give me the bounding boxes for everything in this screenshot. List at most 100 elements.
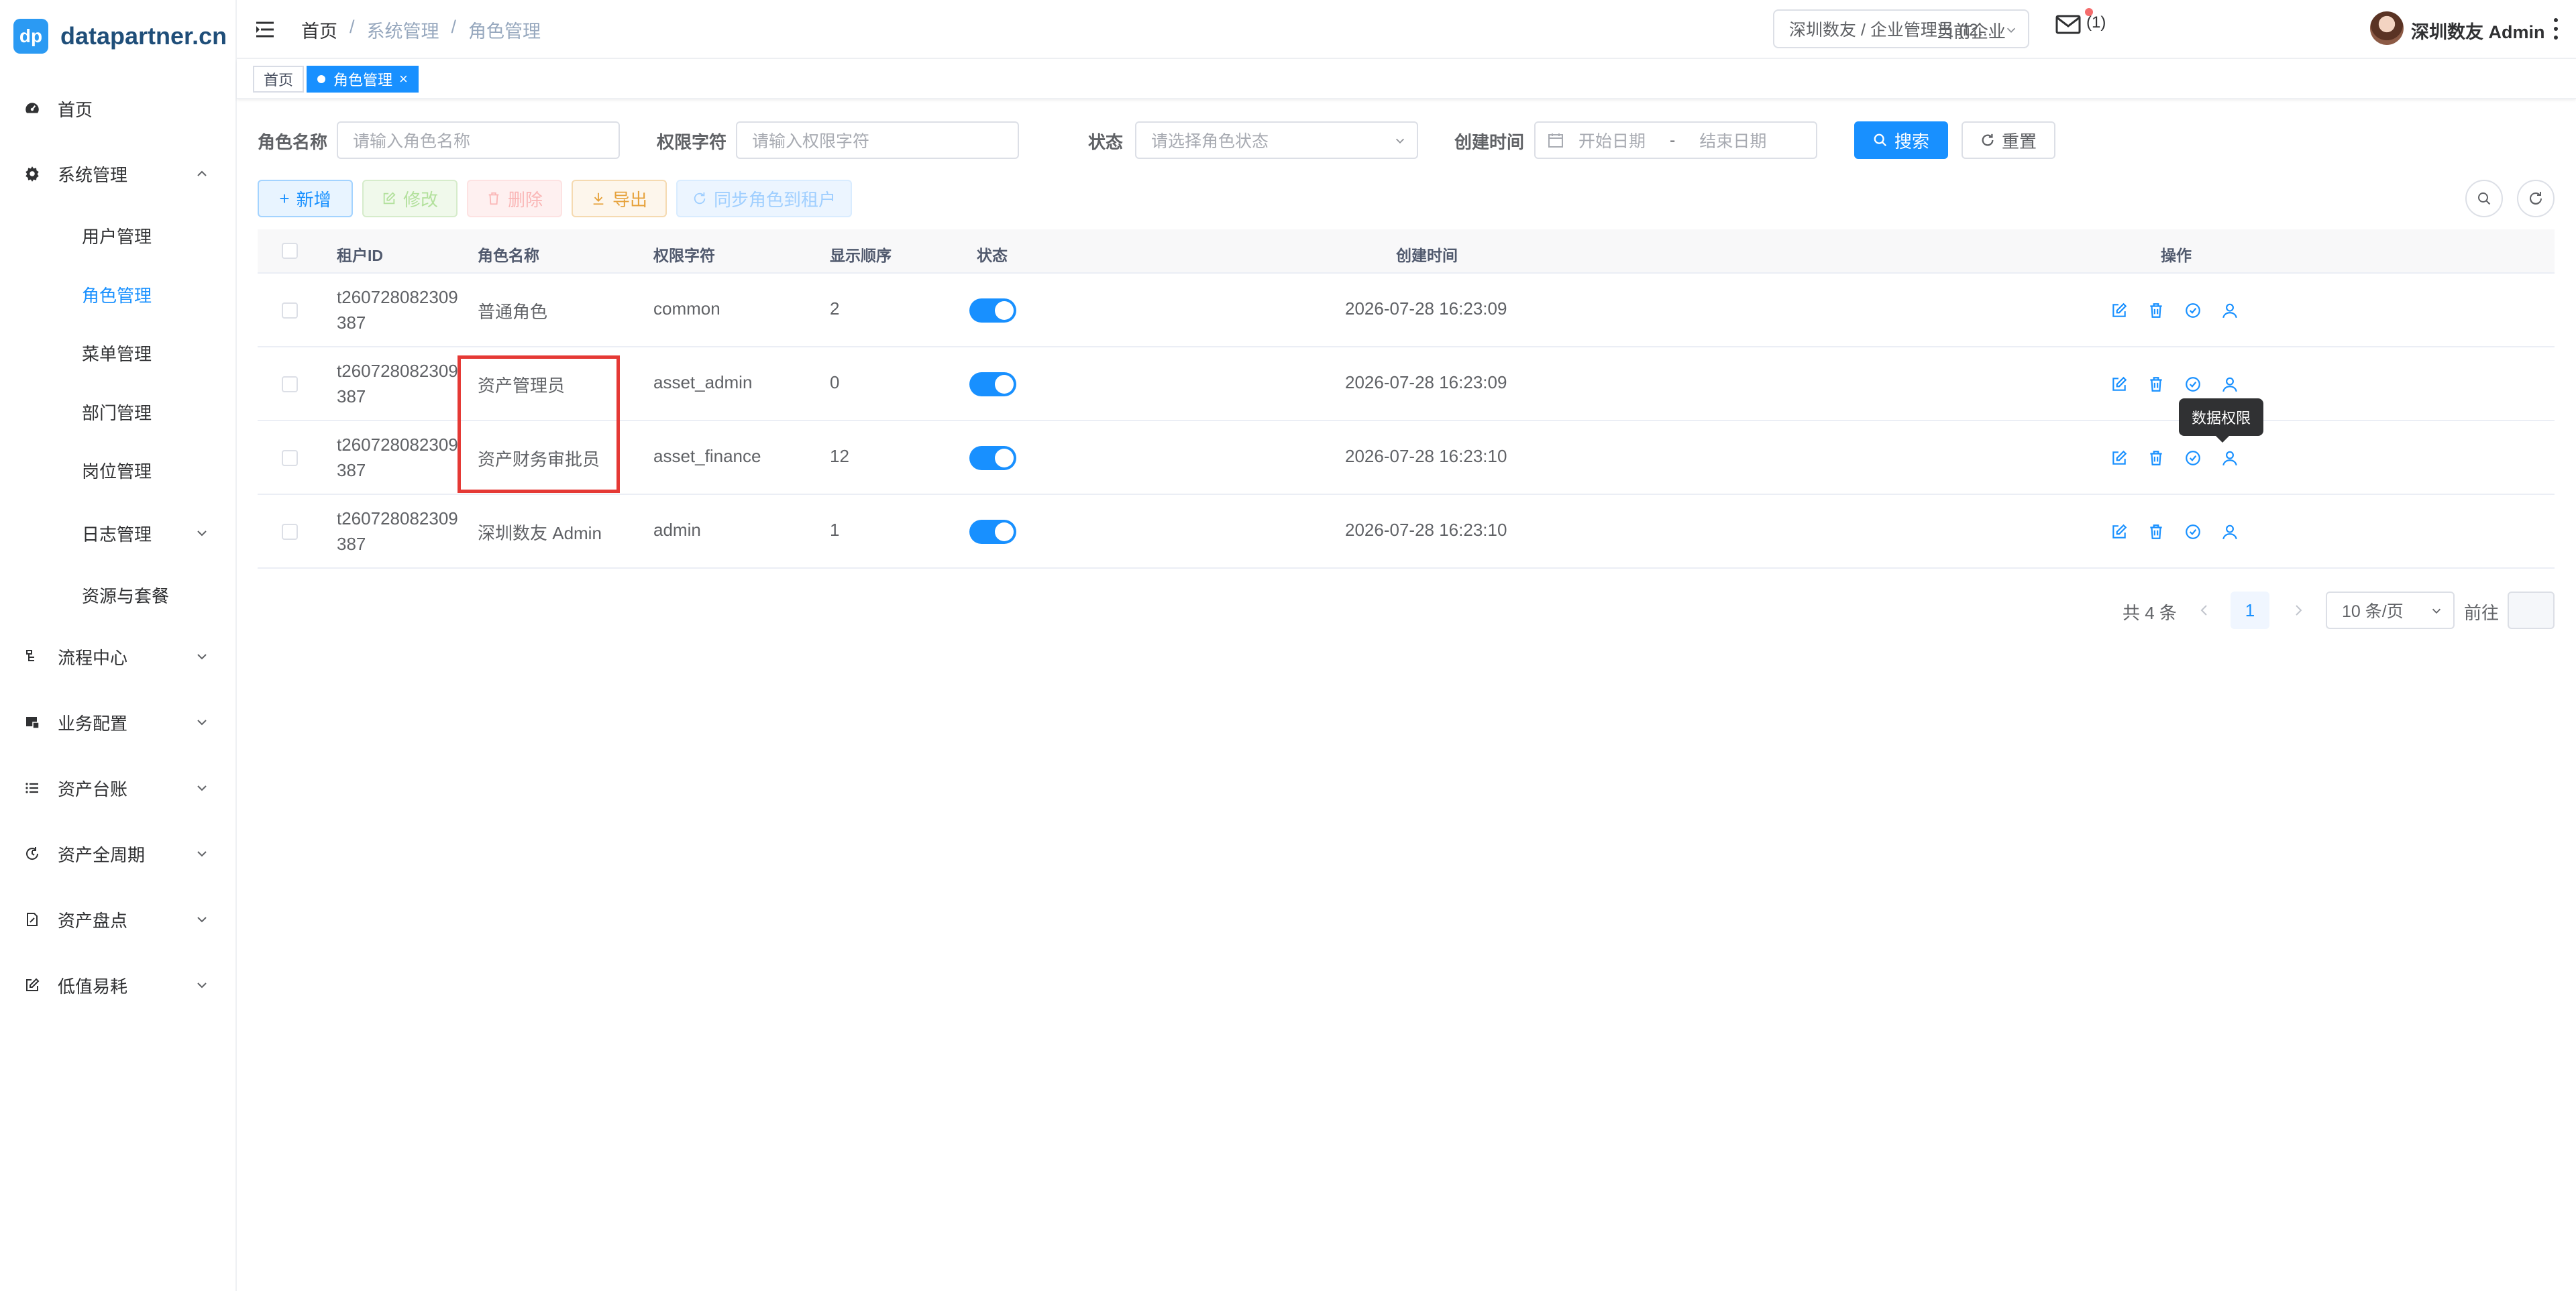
- created-time-label: 创建时间: [1454, 132, 1525, 152]
- user-icon[interactable]: [2221, 302, 2239, 319]
- sidebar-subitem-menus[interactable]: 菜单管理: [0, 333, 235, 373]
- avatar[interactable]: [2370, 11, 2404, 45]
- trash-icon[interactable]: [2147, 302, 2165, 319]
- sidebar-subitem-resources[interactable]: 资源与套餐: [0, 575, 235, 615]
- edit-icon[interactable]: [2110, 376, 2128, 393]
- chevron-left-icon[interactable]: [2198, 601, 2211, 620]
- user-icon[interactable]: [2221, 376, 2239, 393]
- breadcrumb-current: 角色管理: [468, 21, 541, 42]
- page-size-select[interactable]: 10 条/页: [2326, 592, 2455, 629]
- trash-icon[interactable]: [2147, 449, 2165, 467]
- cell-created: 2026-07-28 16:23:10: [1345, 520, 1507, 540]
- close-icon[interactable]: ×: [399, 70, 408, 88]
- edit-icon[interactable]: [2110, 523, 2128, 541]
- pagination-goto-input[interactable]: [2508, 592, 2555, 629]
- col-tenant-id: 租户ID: [337, 247, 383, 264]
- row-checkbox[interactable]: [282, 450, 298, 466]
- status-select[interactable]: 请选择角色状态: [1135, 121, 1418, 159]
- refresh-icon: [2530, 192, 2542, 205]
- chevron-right-icon[interactable]: [2292, 601, 2305, 620]
- add-button[interactable]: + 新增: [258, 180, 353, 217]
- status-switch[interactable]: [969, 372, 1016, 396]
- status-switch[interactable]: [969, 298, 1016, 323]
- hamburger-icon[interactable]: [254, 19, 276, 40]
- pagination-page[interactable]: 1: [2231, 592, 2269, 629]
- user-name[interactable]: 深圳数友 Admin: [2411, 17, 2545, 44]
- sidebar-item-asset-ledger[interactable]: 资产台账: [0, 768, 235, 808]
- user-icon[interactable]: [2221, 523, 2239, 541]
- sidebar-subitem-departments[interactable]: 部门管理: [0, 392, 235, 432]
- circle-check-icon[interactable]: [2184, 523, 2202, 541]
- status-switch[interactable]: [969, 446, 1016, 470]
- row-checkbox[interactable]: [282, 524, 298, 540]
- select-all-checkbox[interactable]: [282, 243, 298, 259]
- status-switch[interactable]: [969, 520, 1016, 544]
- edit-icon[interactable]: [2110, 449, 2128, 467]
- circle-check-icon[interactable]: [2184, 302, 2202, 319]
- row-checkbox[interactable]: [282, 376, 298, 392]
- tag-home[interactable]: 首页: [253, 66, 305, 93]
- col-created: 创建时间: [1396, 247, 1458, 264]
- more-vertical-icon[interactable]: [2553, 17, 2559, 40]
- user-icon[interactable]: [2221, 449, 2239, 467]
- sync-roles-button-label: 同步角色到租户: [713, 189, 836, 210]
- sidebar-item-home[interactable]: 首页: [0, 89, 235, 129]
- breadcrumb-system: 系统管理: [366, 21, 439, 42]
- edit-button[interactable]: 修改: [362, 180, 458, 217]
- sidebar-subitem-roles[interactable]: 角色管理: [0, 274, 235, 315]
- table-row: t260728082309387 深圳数友 Admin admin 1 2026…: [258, 495, 2555, 569]
- role-name-input[interactable]: 请输入角色名称: [337, 121, 620, 159]
- reset-button-label: 重置: [2001, 131, 2037, 152]
- company-select-value: 深圳数友 / 企业管理员 (t2...: [1789, 21, 1992, 40]
- breadcrumb-home[interactable]: 首页: [301, 17, 337, 43]
- sidebar-subitem-posts[interactable]: 岗位管理: [0, 450, 235, 490]
- sidebar-item-label: 资产台账: [58, 779, 128, 799]
- mail-icon[interactable]: [2055, 15, 2082, 35]
- sidebar-item-business-config[interactable]: 业务配置: [0, 702, 235, 742]
- tag-label: 角色管理: [333, 72, 393, 89]
- active-dot: [317, 75, 325, 83]
- sidebar-subitem-label: 日志管理: [82, 524, 152, 545]
- sidebar-subitem-logs[interactable]: 日志管理: [0, 513, 235, 553]
- perm-input[interactable]: 请输入权限字符: [736, 121, 1019, 159]
- start-date-placeholder[interactable]: 开始日期: [1578, 128, 1646, 152]
- sync-roles-button[interactable]: 同步角色到租户: [676, 180, 852, 217]
- sidebar-item-label: 业务配置: [58, 713, 128, 734]
- sidebar-subitem-users[interactable]: 用户管理: [0, 215, 235, 256]
- cell-order: 2: [830, 298, 840, 319]
- sidebar-item-low-value[interactable]: 低值易耗: [0, 965, 235, 1005]
- company-select[interactable]: 深圳数友 / 企业管理员 (t2...: [1773, 9, 2029, 48]
- search-button[interactable]: 搜索: [1854, 121, 1948, 159]
- refresh-button[interactable]: [2517, 180, 2555, 217]
- trash-icon[interactable]: [2147, 523, 2165, 541]
- sidebar-subitem-label: 菜单管理: [82, 343, 152, 364]
- sidebar-item-asset-inventory[interactable]: 资产盘点: [0, 899, 235, 940]
- date-range-picker[interactable]: 开始日期 - 结束日期: [1534, 121, 1817, 159]
- export-button[interactable]: 导出: [572, 180, 667, 217]
- edit-icon[interactable]: [2110, 302, 2128, 319]
- cell-created: 2026-07-28 16:23:09: [1345, 298, 1507, 319]
- reset-button[interactable]: 重置: [1962, 121, 2055, 159]
- tag-role-management[interactable]: 角色管理 ×: [307, 66, 419, 93]
- circle-check-icon[interactable]: [2184, 449, 2202, 467]
- circle-check-icon[interactable]: [2184, 376, 2202, 393]
- sidebar-item-system[interactable]: 系统管理: [0, 154, 235, 194]
- chevron-down-icon: [2432, 608, 2441, 614]
- cell-created: 2026-07-28 16:23:10: [1345, 446, 1507, 466]
- trash-icon[interactable]: [2147, 376, 2165, 393]
- end-date-placeholder[interactable]: 结束日期: [1699, 128, 1766, 152]
- delete-button[interactable]: 删除: [467, 180, 562, 217]
- sidebar-item-asset-lifecycle[interactable]: 资产全周期: [0, 834, 235, 874]
- sidebar-subitem-label: 资源与套餐: [82, 585, 170, 606]
- toggle-search-button[interactable]: [2465, 180, 2503, 217]
- sidebar-subitem-label: 部门管理: [82, 402, 152, 423]
- status-label: 状态: [1088, 132, 1124, 152]
- row-checkbox[interactable]: [282, 302, 298, 319]
- logo[interactable]: dp datapartner.cn: [13, 19, 227, 54]
- chevron-down-icon: [197, 851, 207, 857]
- sidebar-item-workflow[interactable]: 流程中心: [0, 636, 235, 677]
- page-size-value: 10 条/页: [2342, 602, 2404, 621]
- sidebar-subitem-label: 用户管理: [82, 226, 152, 247]
- range-separator: -: [1670, 130, 1676, 150]
- chevron-down-icon: [197, 785, 207, 791]
